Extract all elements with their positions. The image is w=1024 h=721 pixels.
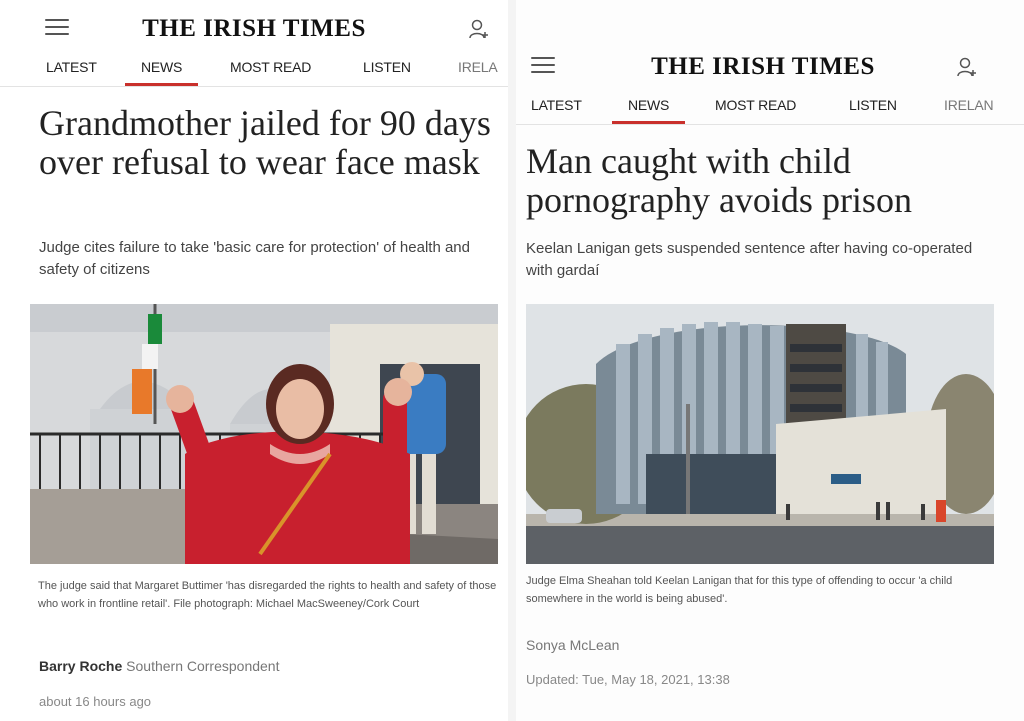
photo-courthouse-steps	[30, 304, 498, 564]
nav-most-read[interactable]: MOST READ	[230, 59, 311, 75]
photo-caption: The judge said that Margaret Buttimer 'h…	[38, 580, 497, 610]
photo-criminal-courts-building	[526, 304, 994, 564]
article-screenshot-right: THE IRISH TIMES LATEST NEWS MOST READ LI…	[516, 0, 1024, 721]
article-standfirst: Keelan Lanigan gets suspended sentence a…	[526, 240, 973, 279]
author-name[interactable]: Barry Roche	[39, 658, 122, 674]
nav-most-read[interactable]: MOST READ	[715, 97, 796, 113]
user-add-icon[interactable]	[956, 56, 978, 78]
updated-time: Updated: Tue, May 18, 2021, 13:38	[526, 672, 730, 687]
article-photo[interactable]	[526, 304, 994, 564]
byline: Barry Roche Southern Correspondent	[39, 658, 279, 674]
article-headline: Grandmother jailed for 90 days over refu…	[39, 103, 491, 182]
article-headline: Man caught with child pornography avoids…	[526, 141, 912, 220]
nav-latest[interactable]: LATEST	[46, 59, 97, 75]
nav-latest[interactable]: LATEST	[531, 97, 582, 113]
masthead: THE IRISH TIMES	[0, 10, 508, 50]
site-logo[interactable]: THE IRISH TIMES	[516, 53, 1024, 81]
nav-ireland[interactable]: IRELAND	[944, 97, 994, 113]
section-nav: LATEST NEWS MOST READ LISTEN IRELAND	[516, 90, 1024, 125]
nav-ireland[interactable]: IRELAND	[458, 59, 498, 75]
nav-listen[interactable]: LISTEN	[849, 97, 897, 113]
user-add-icon[interactable]	[468, 18, 490, 40]
site-logo[interactable]: THE IRISH TIMES	[0, 15, 508, 43]
publish-time: about 16 hours ago	[39, 694, 152, 709]
article-screenshot-left: THE IRISH TIMES LATEST NEWS MOST READ LI…	[0, 0, 508, 721]
article-photo[interactable]	[30, 304, 498, 564]
nav-news[interactable]: NEWS	[124, 59, 199, 86]
photo-credit: Sonya McLean	[526, 637, 620, 653]
nav-listen[interactable]: LISTEN	[363, 59, 411, 75]
photo-caption: Judge Elma Sheahan told Keelan Lanigan t…	[526, 575, 953, 605]
panel-divider	[508, 0, 516, 721]
article-standfirst: Judge cites failure to take 'basic care …	[39, 239, 470, 278]
section-nav: LATEST NEWS MOST READ LISTEN IRELAND	[0, 52, 508, 87]
masthead: THE IRISH TIMES	[516, 48, 1024, 88]
author-role: Southern Correspondent	[126, 658, 280, 674]
nav-news[interactable]: NEWS	[611, 97, 686, 124]
